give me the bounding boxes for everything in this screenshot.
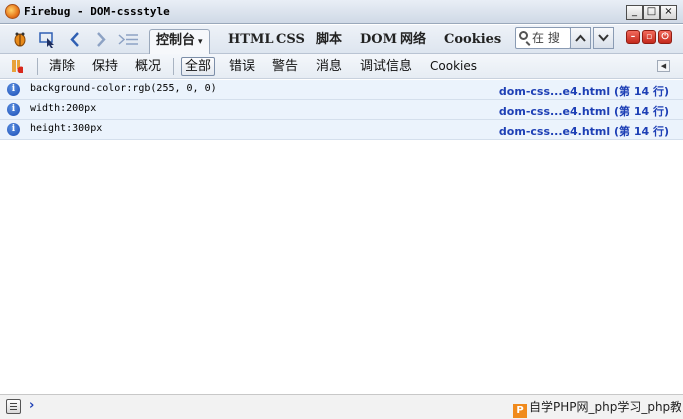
command-editor-icon[interactable]: [118, 31, 140, 48]
filter-all-button[interactable]: 全部: [181, 57, 216, 76]
tab-cookies[interactable]: Cookies: [438, 29, 507, 51]
watermark: P 自学PHP网_php学习_php教程: [513, 398, 681, 418]
title-bar: Firebug - DOM-cssstyle _ □ ×: [0, 0, 683, 24]
search-prev-button[interactable]: [570, 27, 591, 49]
watermark-text: 自学PHP网_php学习_php教程: [529, 400, 681, 414]
tab-css[interactable]: CSS: [270, 29, 311, 51]
firebug-minimize-icon[interactable]: –: [626, 30, 640, 44]
toolbar-separator: [37, 58, 38, 75]
filter-warnings-button[interactable]: 警告: [269, 57, 301, 76]
console-options-icon[interactable]: [11, 59, 23, 73]
chevron-up-icon: [575, 34, 586, 42]
filter-info-button[interactable]: 消息: [313, 57, 345, 76]
minimize-button[interactable]: _: [626, 5, 643, 20]
filter-cookies-button[interactable]: Cookies: [427, 57, 480, 76]
log-source-link[interactable]: dom-css...e4.html (第 14 行): [499, 123, 669, 139]
firefox-icon: [5, 4, 20, 19]
log-message: background-color:rgb(255, 0, 0): [30, 83, 217, 94]
console-log: i background-color:rgb(255, 0, 0) dom-cs…: [0, 80, 683, 140]
scroll-left-icon[interactable]: ◀: [657, 60, 670, 72]
close-button[interactable]: ×: [660, 5, 677, 20]
tab-console[interactable]: 控制台 ▾: [149, 29, 210, 54]
search-placeholder: 在 搜: [532, 31, 560, 45]
filter-debug-button[interactable]: 调试信息: [357, 57, 415, 76]
firebug-close-icon[interactable]: ⏻: [658, 30, 672, 44]
log-source-link[interactable]: dom-css...e4.html (第 14 行): [499, 103, 669, 119]
maximize-button[interactable]: □: [643, 5, 660, 20]
log-source-link[interactable]: dom-css...e4.html (第 14 行): [499, 83, 669, 99]
log-message: height:300px: [30, 123, 103, 134]
clear-button[interactable]: 清除: [46, 57, 78, 76]
command-prompt[interactable]: ›: [29, 398, 34, 413]
log-row: i height:300px dom-css...e4.html (第 14 行…: [0, 120, 683, 140]
firebug-icon[interactable]: [11, 31, 28, 48]
firebug-toolbar: 控制台 ▾ HTML CSS 脚本 DOM 网络 Cookies 在 搜 – ▫ …: [0, 25, 683, 54]
log-message: width:200px: [30, 103, 97, 114]
console-toolbar: 清除 保持 概况 全部 错误 警告 消息 调试信息 Cookies ◀: [0, 54, 683, 79]
tab-net[interactable]: 网络: [394, 29, 432, 51]
persist-button[interactable]: 保持: [89, 57, 121, 76]
chevron-down-icon: [598, 34, 609, 42]
forward-icon[interactable]: [94, 31, 108, 48]
info-icon: i: [7, 83, 20, 96]
search-next-button[interactable]: [593, 27, 614, 49]
chevron-down-icon[interactable]: ▾: [198, 37, 203, 47]
window-title: Firebug - DOM-cssstyle: [24, 5, 170, 18]
info-icon: i: [7, 103, 20, 116]
info-icon: i: [7, 123, 20, 136]
search-input[interactable]: 在 搜: [515, 27, 571, 49]
firebug-detach-icon[interactable]: ▫: [642, 30, 656, 44]
tab-console-label: 控制台: [156, 33, 196, 48]
back-icon[interactable]: [68, 31, 82, 48]
inspect-icon[interactable]: [39, 31, 56, 48]
filter-errors-button[interactable]: 错误: [226, 57, 258, 76]
toolbar-separator: [173, 58, 174, 75]
log-row: i width:200px dom-css...e4.html (第 14 行): [0, 100, 683, 120]
tab-script[interactable]: 脚本: [310, 29, 348, 51]
search-icon: [519, 31, 528, 40]
command-line-bar: › P 自学PHP网_php学习_php教程: [0, 394, 683, 419]
profile-button[interactable]: 概况: [132, 57, 164, 76]
watermark-logo: P: [513, 404, 527, 418]
log-row: i background-color:rgb(255, 0, 0) dom-cs…: [0, 80, 683, 100]
command-editor-toggle-icon[interactable]: [6, 399, 21, 414]
